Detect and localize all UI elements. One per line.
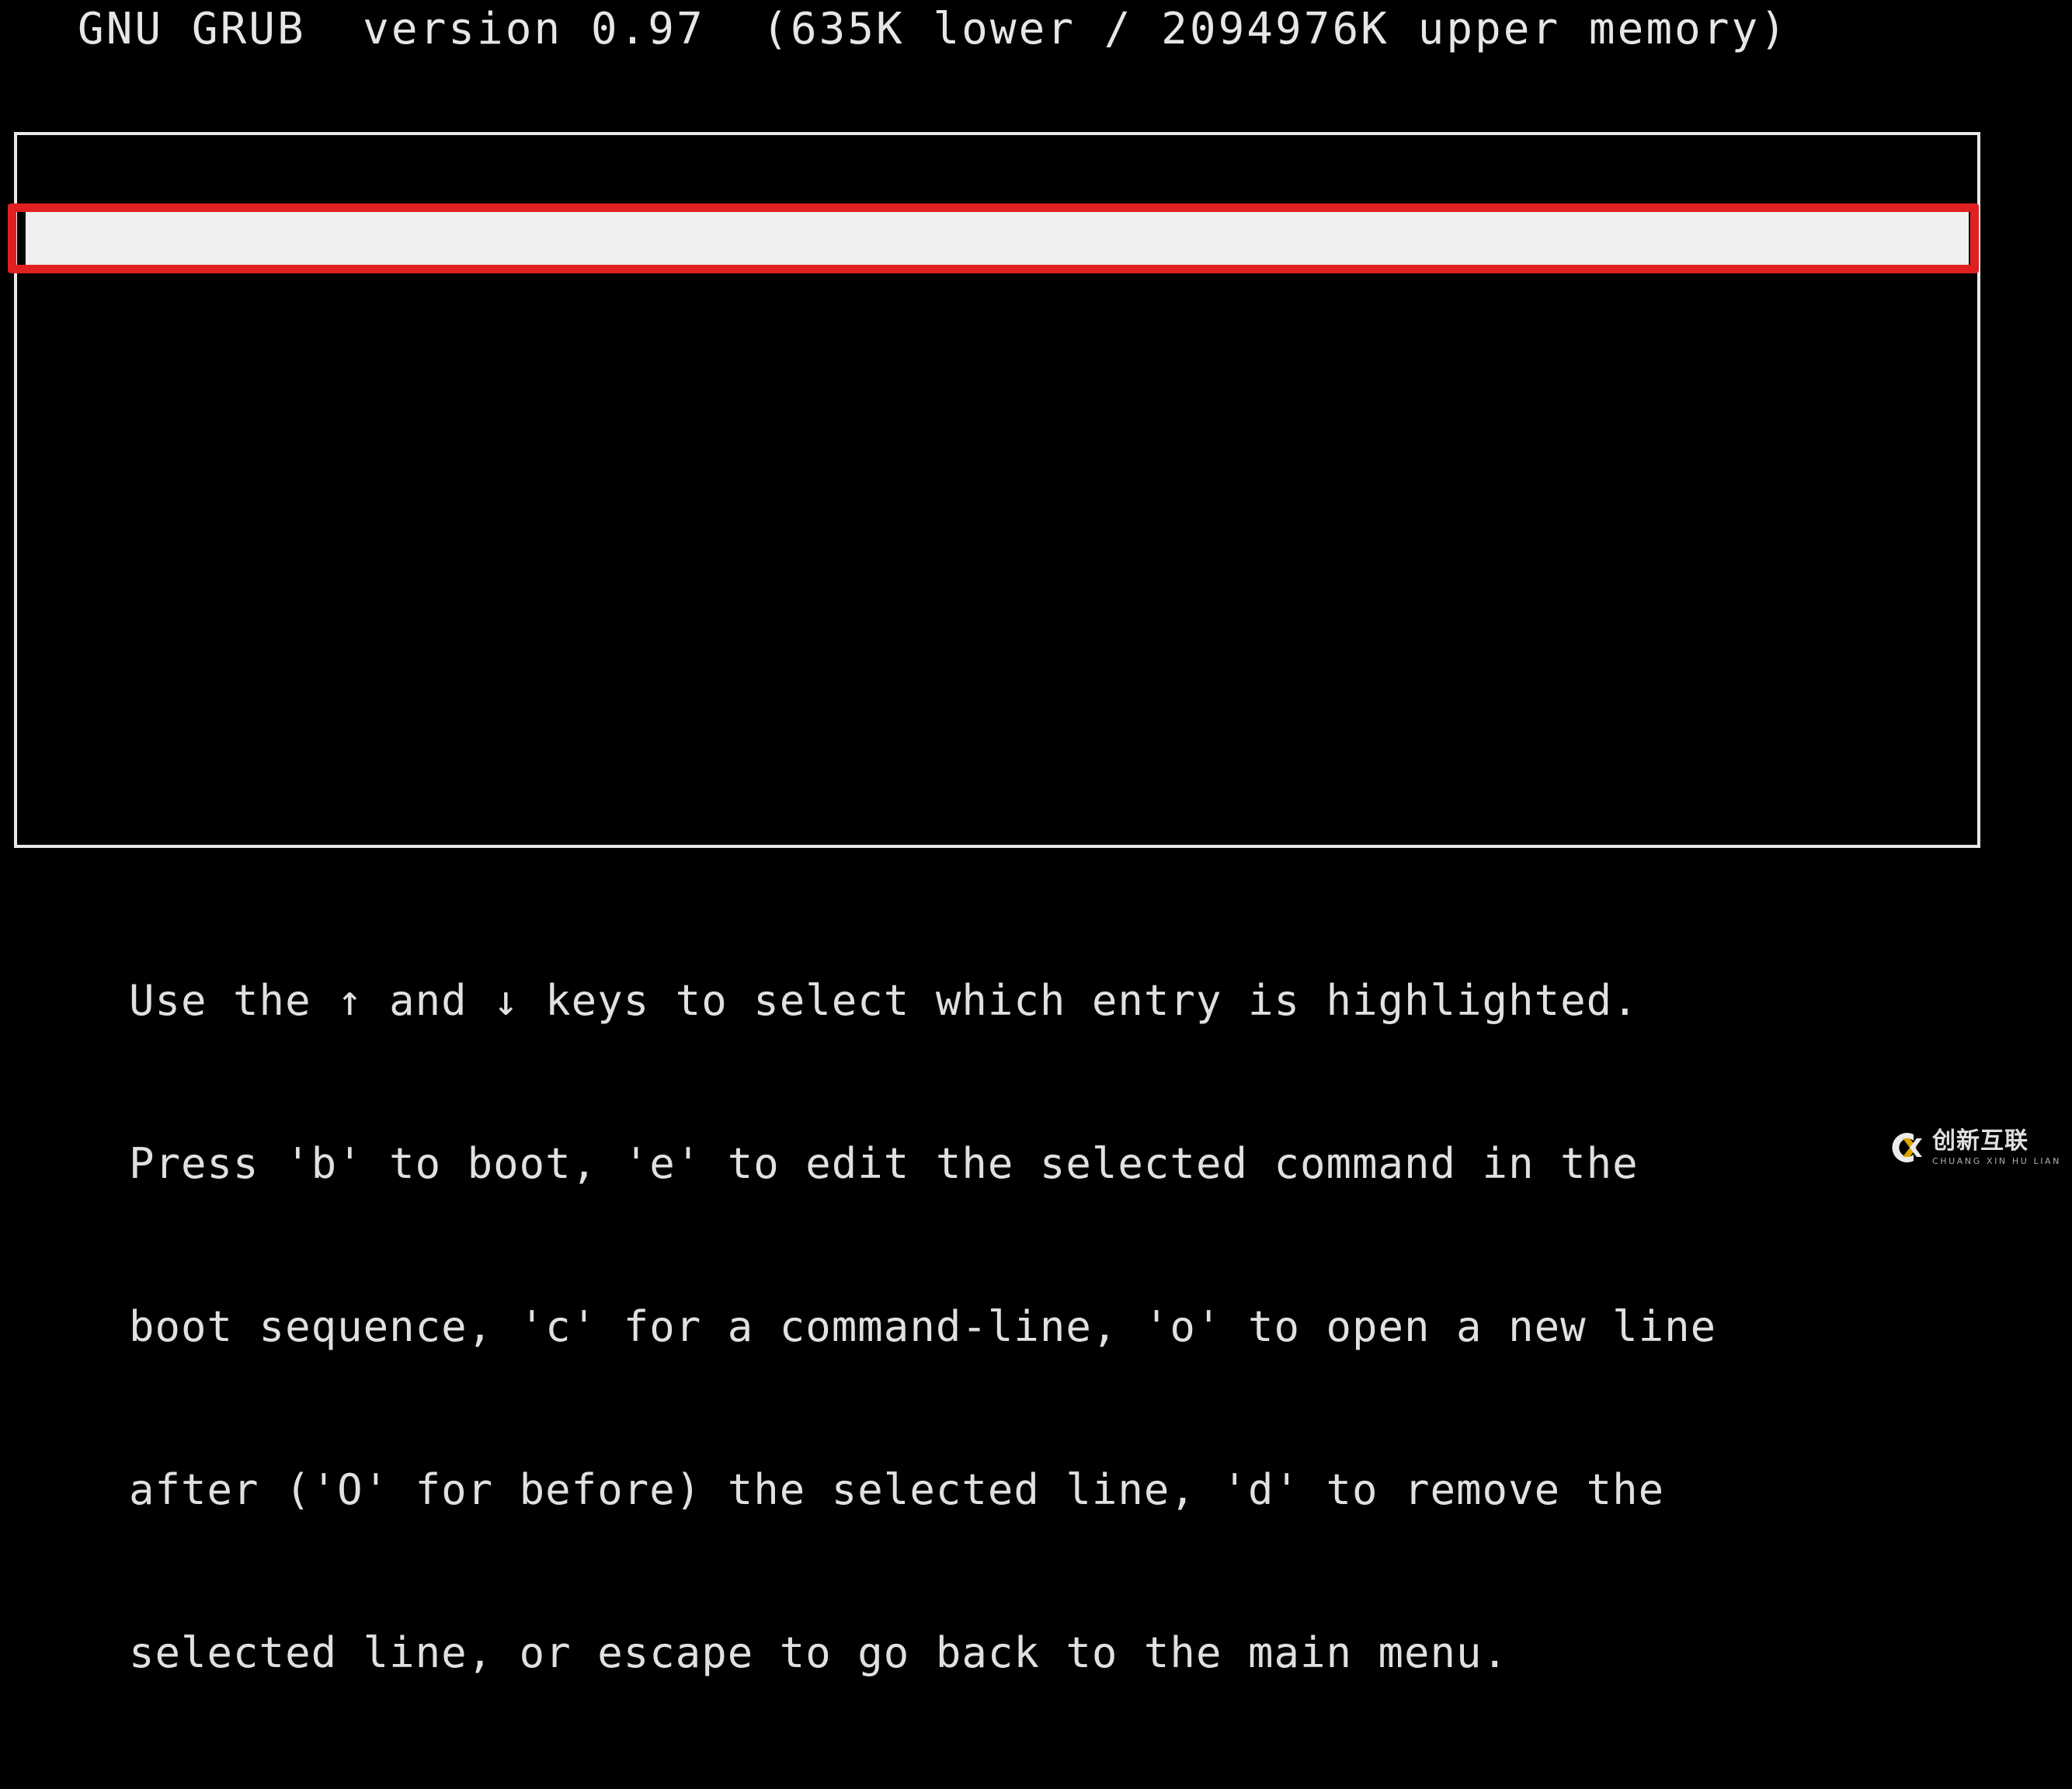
grub-menu-entry-kernel[interactable]: kernel /vmlinuz-2.6.32-754.el6.x86_64 ro… bbox=[23, 210, 1971, 269]
watermark-pinyin-text: CHUANG XIN HU LIAN bbox=[1931, 1156, 2061, 1166]
help-line: boot sequence, 'c' for a command-line, '… bbox=[129, 1302, 1717, 1351]
help-line: Press 'b' to boot, 'e' to edit the selec… bbox=[129, 1139, 1639, 1188]
watermark-text-group: 创新互联 CHUANG XIN HU LIAN bbox=[1931, 1127, 2061, 1166]
grub-help-text: Use the ↑ and ↓ keys to select which ent… bbox=[129, 865, 1716, 1789]
grub-version-header: GNU GRUB version 0.97 (635K lower / 2094… bbox=[78, 4, 1789, 54]
grub-menu-entry-list: root (hd0,0) kernel /vmlinuz-2.6.32-754.… bbox=[17, 155, 1977, 323]
grub-menu-frame: root (hd0,0) kernel /vmlinuz-2.6.32-754.… bbox=[14, 132, 1980, 848]
help-line: selected line, or escape to go back to t… bbox=[129, 1628, 1509, 1677]
grub-menu-entry-initrd[interactable]: initrd /initramfs-2.6.32-754.el6.x86_64.… bbox=[17, 269, 1977, 323]
help-line: after ('O' for before) the selected line… bbox=[129, 1465, 1665, 1514]
grub-boot-screen: GNU GRUB version 0.97 (635K lower / 2094… bbox=[0, 0, 2072, 1677]
help-line: Use the ↑ and ↓ keys to select which ent… bbox=[129, 976, 1639, 1025]
watermark: 创新互联 CHUANG XIN HU LIAN bbox=[1884, 1127, 2061, 1168]
chuangxinhulian-logo-icon bbox=[1884, 1127, 1924, 1168]
grub-menu-entry-root[interactable]: root (hd0,0) bbox=[17, 155, 1977, 210]
watermark-chinese-text: 创新互联 bbox=[1931, 1127, 2029, 1155]
